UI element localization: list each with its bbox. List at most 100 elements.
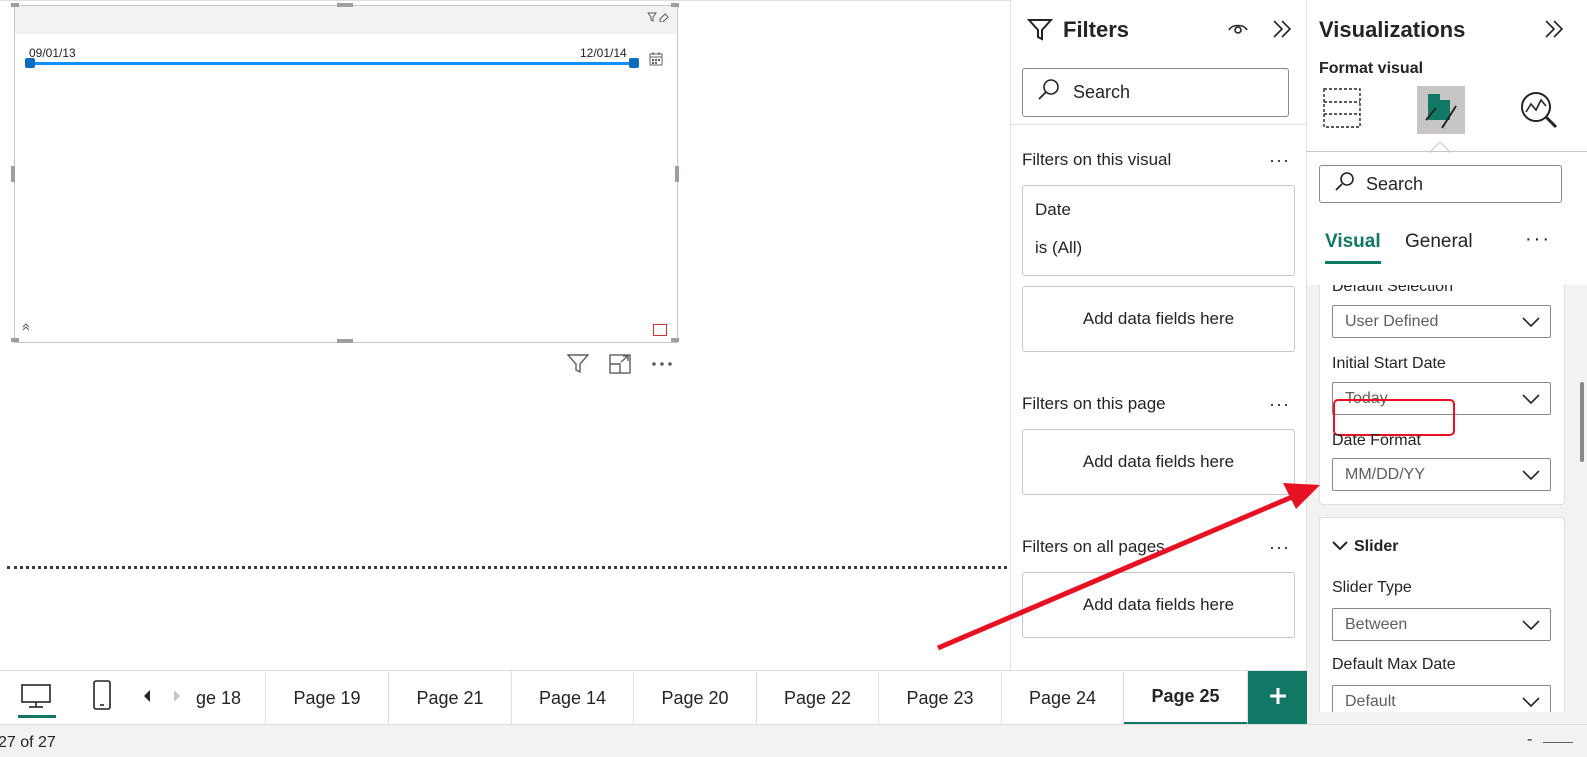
analytics-icon[interactable]	[1519, 90, 1559, 135]
filters-on-all-pages-more-button[interactable]: ···	[1269, 537, 1290, 558]
add-page-filter-dropzone[interactable]: Add data fields here	[1022, 429, 1295, 495]
search-placeholder: Search	[1073, 82, 1131, 102]
page-tab[interactable]: Page 22	[757, 671, 879, 725]
visualizations-title: Visualizations	[1319, 17, 1466, 42]
scrollbar-thumb[interactable]	[1580, 382, 1584, 462]
desktop-view-icon[interactable]	[20, 683, 52, 714]
page-count: 27 of 27	[0, 734, 56, 751]
slicer-start-handle[interactable]	[25, 58, 35, 68]
filters-on-all-pages-label: Filters on all pages	[1022, 537, 1165, 556]
dropdown-value: Between	[1345, 615, 1408, 633]
page-tab-label: Page 23	[906, 687, 974, 708]
filter-condition: is (All)	[1035, 238, 1083, 257]
add-visual-filter-dropzone[interactable]: Add data fields here	[1022, 286, 1295, 352]
resize-handle-icon[interactable]	[337, 339, 353, 343]
collapse-pane-icon[interactable]	[1271, 18, 1293, 45]
resize-handle-icon[interactable]	[671, 3, 679, 7]
page-tab[interactable]: Page 23	[879, 671, 1002, 725]
tab-general[interactable]: General	[1405, 231, 1473, 253]
caret-right-icon[interactable]	[172, 689, 182, 708]
format-paintbrush-icon[interactable]	[1417, 86, 1465, 134]
more-options-button[interactable]: ···	[1525, 228, 1551, 251]
build-visual-icon[interactable]	[1323, 88, 1361, 133]
initial-start-date-label: Initial Start Date	[1332, 355, 1446, 372]
page-tab-label: ge 18	[196, 687, 242, 708]
focus-mode-icon[interactable]	[608, 353, 632, 375]
zoom-slider[interactable]	[1543, 742, 1573, 743]
filters-search-input[interactable]: Search	[1022, 68, 1289, 117]
dropzone-label: Add data fields here	[1082, 309, 1235, 328]
page-tab-bar: ge 18 Page 19 Page 21 Page 14 Page 20 Pa…	[0, 670, 1307, 725]
slider-section-toggle[interactable]: Slider	[1332, 538, 1398, 556]
resize-handle-icon[interactable]	[675, 166, 679, 182]
page-tab-label: Page 22	[783, 687, 852, 708]
add-report-filter-dropzone[interactable]: Add data fields here	[1022, 572, 1295, 638]
dropdown-value: Default	[1345, 692, 1396, 710]
filters-on-visual-more-button[interactable]: ···	[1269, 150, 1290, 171]
page-tab-label: Page 24	[1028, 687, 1097, 708]
zoom-out-button[interactable]: -	[1527, 731, 1532, 749]
add-page-button[interactable]	[1248, 671, 1307, 725]
filters-pane: Filters Search Filters on this visual ··…	[1010, 0, 1307, 670]
mobile-view-icon[interactable]	[92, 679, 112, 718]
resize-handle-icon[interactable]	[11, 166, 15, 182]
resize-handle-icon[interactable]	[337, 3, 353, 7]
resize-handle-icon[interactable]	[11, 338, 19, 342]
slicer-header	[15, 6, 677, 34]
search-placeholder: Search	[1366, 173, 1424, 194]
slicer-range-track[interactable]	[29, 62, 635, 65]
clear-filter-icon[interactable]	[647, 12, 669, 25]
status-bar: 27 of 27 -	[0, 724, 1587, 757]
page-tab-label: Page 14	[538, 687, 607, 708]
visual-header-actions	[566, 353, 674, 375]
resize-handle-icon[interactable]	[11, 3, 19, 7]
default-max-date-dropdown[interactable]: Default	[1332, 685, 1551, 712]
page-tab[interactable]: Page 24	[1002, 671, 1124, 725]
page-tab-label: Page 21	[416, 687, 484, 708]
collapse-pane-icon[interactable]	[1543, 18, 1565, 45]
format-visual-label: Format visual	[1319, 60, 1424, 77]
page-tab-label: Page 25	[1151, 686, 1220, 706]
funnel-icon	[1026, 18, 1054, 47]
tab-visual[interactable]: Visual	[1325, 231, 1381, 264]
chevron-down-icon	[1522, 618, 1540, 636]
slider-type-dropdown[interactable]: Between	[1332, 608, 1551, 641]
calendar-small-icon[interactable]	[653, 324, 667, 336]
date-format-dropdown[interactable]: MM/DD/YY	[1332, 458, 1551, 491]
slicer-end-handle[interactable]	[629, 58, 639, 68]
default-selection-dropdown[interactable]: User Defined	[1332, 305, 1551, 338]
calendar-icon[interactable]	[649, 52, 663, 66]
visualizations-pane: Visualizations Format visual Search Visu…	[1307, 0, 1587, 712]
filter-icon[interactable]	[566, 353, 590, 375]
search-icon	[1334, 171, 1356, 198]
view-controls	[0, 671, 196, 725]
chevron-down-icon	[1522, 695, 1540, 712]
page-tab-active[interactable]: Page 25	[1124, 671, 1248, 725]
page-tab[interactable]: Page 19	[266, 671, 389, 725]
dropzone-label: Add data fields here	[1082, 452, 1235, 471]
report-canvas[interactable]: 09/01/13 12/01/14	[0, 0, 1010, 670]
default-selection-label: Default Selection	[1332, 285, 1453, 295]
more-options-icon[interactable]	[650, 353, 674, 375]
eye-icon[interactable]	[1227, 20, 1249, 43]
double-chevron-up-icon[interactable]	[21, 322, 31, 335]
filters-on-page-label: Filters on this page	[1022, 394, 1166, 413]
chevron-down-icon	[1332, 538, 1348, 556]
dropdown-value: User Defined	[1345, 312, 1439, 330]
filters-on-page-more-button[interactable]: ···	[1269, 394, 1290, 415]
divider	[1307, 151, 1587, 152]
format-search-input[interactable]: Search	[1319, 165, 1562, 203]
resize-handle-icon[interactable]	[671, 338, 679, 342]
page-tab[interactable]: Page 20	[634, 671, 757, 725]
date-filter-card[interactable]: Date is (All)	[1022, 185, 1295, 276]
format-options-scroll[interactable]: Default Selection User Defined Initial S…	[1307, 285, 1587, 712]
slider-card: Slider Slider Type Between Default Max D…	[1319, 517, 1565, 712]
date-slicer-visual[interactable]: 09/01/13 12/01/14	[11, 3, 679, 343]
page-tab[interactable]: Page 21	[389, 671, 512, 725]
page-tab[interactable]: Page 14	[512, 671, 634, 725]
caret-left-icon[interactable]	[142, 689, 152, 708]
page-tab-partial[interactable]: ge 18	[196, 671, 266, 725]
annotation-highlight-box	[1333, 399, 1455, 436]
slicer-end-date: 12/01/14	[580, 46, 627, 60]
date-format-label: Date Format	[1332, 432, 1421, 449]
